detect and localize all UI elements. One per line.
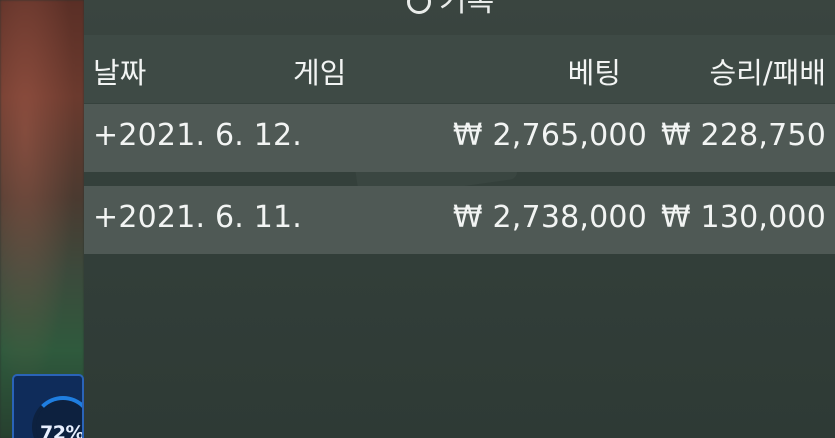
app-viewport: 72% 기록 날짜 게임 베팅 승리/패배 +2021. 6. 12. ₩ 2,… — [0, 0, 835, 438]
history-panel: 기록 날짜 게임 베팅 승리/패배 +2021. 6. 12. ₩ 2,765,… — [84, 0, 835, 438]
column-header-bet[interactable]: 베팅 — [568, 50, 621, 92]
row-bet: ₩ 2,765,000 — [452, 118, 647, 153]
column-header-date[interactable]: 날짜 — [93, 50, 146, 92]
column-header-game[interactable]: 게임 — [293, 50, 346, 92]
table-header: 날짜 게임 베팅 승리/패배 — [84, 35, 835, 103]
row-date: +2021. 6. 11. — [93, 200, 303, 235]
row-win-loss: ₩ 130,000 — [660, 200, 826, 235]
row-date: +2021. 6. 12. — [93, 118, 303, 153]
table-row[interactable]: +2021. 6. 12. ₩ 2,765,000 ₩ 228,750 — [84, 104, 835, 172]
column-header-win-loss[interactable]: 승리/패배 — [710, 50, 827, 92]
table-row[interactable]: +2021. 6. 11. ₩ 2,738,000 ₩ 130,000 — [84, 186, 835, 254]
win-rate-card[interactable]: 72% — [12, 374, 84, 438]
clock-icon — [407, 0, 431, 14]
row-bet: ₩ 2,738,000 — [452, 200, 647, 235]
win-rate-percent: 72% — [40, 422, 84, 438]
panel-title-text: 기록 — [439, 0, 495, 19]
panel-title: 기록 — [407, 0, 495, 19]
row-win-loss: ₩ 228,750 — [660, 118, 826, 153]
game-background — [0, 0, 84, 438]
